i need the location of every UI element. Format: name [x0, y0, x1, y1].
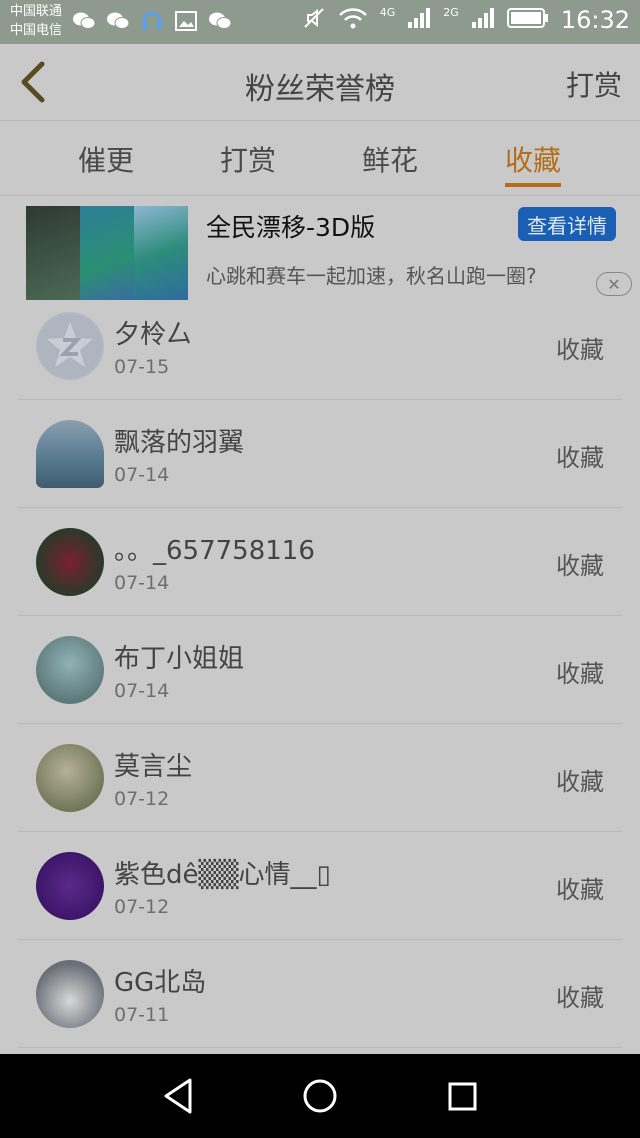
- ad-description: 心跳和赛车一起加速，秋名山跑一圈?: [206, 264, 537, 288]
- divider: [18, 1047, 622, 1048]
- wechat-icon: [208, 10, 232, 32]
- fan-date: 07-12: [114, 896, 170, 918]
- notification-icons: [72, 10, 232, 32]
- ad-image-panel: [80, 206, 134, 300]
- mute-icon: [302, 6, 326, 34]
- ad-details-button[interactable]: 查看详情: [518, 207, 616, 241]
- list-item[interactable]: GG北岛 07-11 收藏: [0, 940, 640, 1048]
- fan-name: 布丁小姐姐: [114, 644, 245, 674]
- tab-reward[interactable]: 打赏: [220, 139, 276, 179]
- fan-action: 收藏: [556, 660, 604, 688]
- fan-action: 收藏: [556, 876, 604, 904]
- fan-date: 07-14: [114, 680, 170, 702]
- fan-date: 07-15: [114, 356, 170, 378]
- image-icon: [174, 10, 198, 32]
- status-bar: 中国联通 中国电信 4G 2G 16:32: [0, 0, 640, 44]
- wechat-icon: [72, 10, 96, 32]
- fan-action: 收藏: [556, 336, 604, 364]
- fan-date: 07-11: [114, 1004, 170, 1026]
- navigation-bar: [0, 1054, 640, 1138]
- ad-image: [26, 206, 188, 300]
- close-icon[interactable]: ✕: [596, 272, 632, 296]
- fan-date: 07-14: [114, 572, 170, 594]
- system-status: 4G 2G 16:32: [302, 6, 630, 34]
- network-type-2: 2G: [443, 5, 459, 19]
- list-item[interactable]: 飘落的羽翼 07-14 收藏: [0, 400, 640, 508]
- ad-image-panel: [134, 206, 188, 300]
- page-title: 粉丝荣誉榜: [245, 72, 395, 107]
- tab-favorites[interactable]: 收藏: [505, 139, 561, 179]
- signal-icon: [471, 7, 495, 33]
- fan-date: 07-12: [114, 788, 170, 810]
- fan-action: 收藏: [556, 768, 604, 796]
- avatar: [36, 312, 104, 380]
- fan-name: 飘落的羽翼: [114, 428, 245, 458]
- fan-name: 莫言尘: [114, 752, 193, 782]
- network-type-1: 4G: [379, 5, 396, 19]
- fan-action: 收藏: [556, 984, 604, 1012]
- avatar: [36, 528, 104, 596]
- carrier-labels: 中国联通 中国电信: [10, 2, 62, 40]
- fan-name: GG北岛: [114, 968, 207, 998]
- wifi-icon: [338, 7, 368, 33]
- battery-icon: [506, 7, 549, 33]
- ad-image-panel: [26, 206, 80, 300]
- list-item[interactable]: 。。_657758116 07-14 收藏: [0, 508, 640, 616]
- reward-button[interactable]: 打赏: [566, 64, 622, 104]
- wechat-icon: [106, 10, 130, 32]
- avatar: [36, 420, 104, 488]
- headset-icon: [140, 10, 164, 32]
- fan-name: 。。_657758116: [114, 536, 315, 566]
- ad-banner[interactable]: 全民漂移-3D版 心跳和赛车一起加速，秋名山跑一圈? 查看详情: [0, 196, 640, 306]
- clock: 16:32: [560, 6, 630, 34]
- fan-action: 收藏: [556, 444, 604, 472]
- avatar: [36, 960, 104, 1028]
- avatar: [36, 744, 104, 812]
- list-item[interactable]: 莫言尘 07-12 收藏: [0, 724, 640, 832]
- list-item[interactable]: 布丁小姐姐 07-14 收藏: [0, 616, 640, 724]
- fan-action: 收藏: [556, 552, 604, 580]
- fan-name: 夕柃厶: [114, 320, 193, 350]
- list-item[interactable]: 夕柃厶 07-15 收藏: [0, 292, 640, 400]
- recents-square-icon[interactable]: [440, 1074, 484, 1118]
- app-header: 粉丝荣誉榜 打赏: [0, 44, 640, 121]
- carrier-1: 中国联通: [10, 4, 63, 19]
- list-item[interactable]: 紫色dê▒▒心情__▯ 07-12 收藏: [0, 832, 640, 940]
- back-triangle-icon[interactable]: [158, 1074, 202, 1118]
- home-circle-icon[interactable]: [298, 1074, 342, 1118]
- tab-flowers[interactable]: 鲜花: [362, 139, 418, 179]
- ad-title: 全民漂移-3D版: [206, 213, 376, 242]
- signal-icon: [407, 7, 431, 33]
- fan-name: 紫色dê▒▒心情__▯: [114, 860, 331, 890]
- tab-bar: 催更 打赏 鲜花 收藏: [0, 121, 640, 196]
- avatar: [36, 852, 104, 920]
- avatar: [36, 636, 104, 704]
- carrier-2: 中国电信: [10, 23, 63, 38]
- active-tab-indicator: [505, 183, 561, 187]
- tab-urge[interactable]: 催更: [78, 139, 134, 179]
- fan-date: 07-14: [114, 464, 170, 486]
